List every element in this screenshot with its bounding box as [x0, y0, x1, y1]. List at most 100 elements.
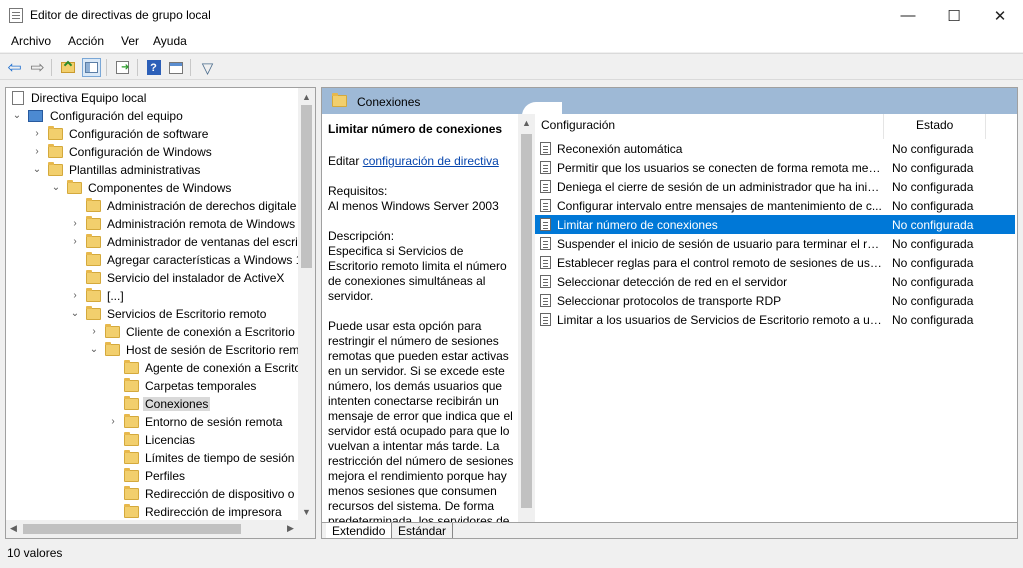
list-item[interactable]: Limitar a los usuarios de Servicios de E…: [535, 310, 1015, 329]
tree-item[interactable]: Perfiles: [6, 467, 298, 485]
list-item-selected[interactable]: Limitar número de conexiones No configur…: [535, 215, 1015, 234]
scroll-up-icon[interactable]: ▲: [302, 92, 311, 102]
policy-setting-icon: [540, 256, 551, 269]
tree-item-label: Componentes de Windows: [88, 181, 232, 195]
list-item[interactable]: Seleccionar detección de red en el servi…: [535, 272, 1015, 291]
expanded-chevron-icon[interactable]: ⌄: [70, 308, 80, 319]
column-divider[interactable]: [883, 114, 884, 139]
list-item[interactable]: Suspender el inicio de sesión de usuario…: [535, 234, 1015, 253]
menu-ver[interactable]: Ver: [121, 34, 139, 48]
collapsed-chevron-icon[interactable]: ›: [108, 416, 118, 427]
setting-state: No configurada: [892, 142, 974, 156]
description-paragraph: Puede usar esta opción para restringir e…: [328, 319, 514, 522]
column-divider[interactable]: [985, 114, 986, 139]
tree-item[interactable]: Carpetas temporales: [6, 377, 298, 395]
filter-icon[interactable]: ▽: [198, 58, 217, 77]
tree-item[interactable]: Directiva Equipo local: [6, 89, 298, 107]
expanded-chevron-icon[interactable]: ⌄: [51, 182, 61, 193]
scroll-thumb[interactable]: [521, 134, 532, 508]
scroll-left-icon[interactable]: ◀: [10, 523, 17, 534]
minimize-button[interactable]: —: [885, 0, 931, 31]
folder-icon: [105, 342, 120, 356]
column-header-state[interactable]: Estado: [916, 118, 953, 140]
back-arrow-icon[interactable]: ⇦: [5, 58, 24, 77]
tab-estandar[interactable]: Estándar: [392, 523, 454, 538]
tree-item[interactable]: Agregar características a Windows 10: [6, 251, 309, 269]
collapsed-chevron-icon[interactable]: ›: [70, 290, 80, 301]
tree-item-selected[interactable]: Conexiones: [6, 395, 298, 413]
tree-item[interactable]: › Administrador de ventanas del escrit: [6, 233, 301, 251]
collapsed-chevron-icon[interactable]: ›: [70, 218, 80, 229]
setting-name: Seleccionar protocolos de transporte RDP: [557, 294, 782, 308]
toolbar: ⇦ ⇨ ➜ ? ▽: [0, 53, 1023, 80]
tree-item[interactable]: › [...]: [6, 287, 298, 305]
tree-item[interactable]: › Configuración de software: [6, 125, 298, 143]
scroll-up-icon[interactable]: ▲: [522, 118, 531, 128]
tree-item[interactable]: Redirección de impresora: [6, 503, 298, 521]
export-list-icon[interactable]: ➜: [113, 58, 132, 77]
edit-prefix: Editar: [328, 154, 360, 168]
maximize-button[interactable]: ☐: [931, 0, 977, 31]
tree-item[interactable]: ⌄ Host de sesión de Escritorio remo: [6, 341, 306, 359]
help-icon[interactable]: ?: [144, 58, 163, 77]
tree-item[interactable]: Licencias: [6, 431, 298, 449]
list-item[interactable]: Permitir que los usuarios se conecten de…: [535, 158, 1015, 177]
expanded-chevron-icon[interactable]: ⌄: [32, 164, 42, 175]
tree-item[interactable]: Administración de derechos digitale: [6, 197, 298, 215]
list-item[interactable]: Configurar intervalo entre mensajes de m…: [535, 196, 1015, 215]
tree-item[interactable]: ⌄ Plantillas administrativas: [6, 161, 298, 179]
scroll-down-icon[interactable]: ▼: [302, 507, 311, 517]
tree-item[interactable]: Límites de tiempo de sesión: [6, 449, 298, 467]
folder-icon: [86, 198, 101, 212]
description-scrollbar[interactable]: ▲: [518, 114, 535, 522]
tree-item[interactable]: › Administración remota de Windows: [6, 215, 298, 233]
toolbar-separator: [106, 59, 107, 76]
tree-item[interactable]: ⌄ Configuración del equipo: [6, 107, 298, 125]
tree-item[interactable]: › Configuración de Windows: [6, 143, 298, 161]
tab-extendido[interactable]: Extendido: [326, 523, 393, 538]
toolbar-separator: [137, 59, 138, 76]
menu-ayuda[interactable]: Ayuda: [153, 34, 187, 48]
show-hide-tree-icon[interactable]: [82, 58, 101, 77]
expanded-chevron-icon[interactable]: ⌄: [12, 110, 22, 121]
list-item[interactable]: Reconexión automática No configurada: [535, 139, 1015, 158]
properties-icon[interactable]: [166, 58, 185, 77]
tree-item-label: Conexiones: [143, 397, 211, 411]
list-item[interactable]: Establecer reglas para el control remoto…: [535, 253, 1015, 272]
collapsed-chevron-icon[interactable]: ›: [70, 236, 80, 247]
tree-item[interactable]: › Entorno de sesión remota: [6, 413, 298, 431]
tree-item[interactable]: Agente de conexión a Escrito: [6, 359, 301, 377]
tree-horizontal-scrollbar[interactable]: ◀ ▶: [6, 520, 315, 538]
column-header-setting[interactable]: Configuración: [541, 118, 615, 140]
tree-item[interactable]: ⌄ Servicios de Escritorio remoto: [6, 305, 298, 323]
tree-vertical-scrollbar[interactable]: ▲ ▼: [298, 88, 315, 520]
edit-policy-link[interactable]: configuración de directiva: [363, 154, 499, 168]
tree-item-label: Perfiles: [145, 469, 186, 483]
setting-state: No configurada: [892, 294, 974, 308]
tree-item[interactable]: ⌄ Componentes de Windows: [6, 179, 298, 197]
folder-icon: [67, 180, 82, 194]
up-folder-icon[interactable]: [58, 58, 77, 77]
tree-item-label: Administración de derechos digitale: [107, 199, 297, 213]
collapsed-chevron-icon[interactable]: ›: [32, 128, 42, 139]
list-item[interactable]: Deniega el cierre de sesión de un admini…: [535, 177, 1015, 196]
tree-item[interactable]: Servicio del instalador de ActiveX: [6, 269, 298, 287]
forward-arrow-icon[interactable]: ⇨: [28, 58, 47, 77]
tree-item[interactable]: Redirección de dispositivo o r: [6, 485, 302, 503]
list-item[interactable]: Seleccionar protocolos de transporte RDP…: [535, 291, 1015, 310]
expanded-chevron-icon[interactable]: ⌄: [89, 344, 99, 355]
menu-accion[interactable]: Acción: [68, 34, 104, 48]
setting-state: No configurada: [892, 199, 974, 213]
collapsed-chevron-icon[interactable]: ›: [32, 146, 42, 157]
tree-item[interactable]: › Cliente de conexión a Escritorio r: [6, 323, 302, 341]
close-button[interactable]: ✕: [977, 0, 1023, 31]
scroll-right-icon[interactable]: ▶: [287, 523, 294, 534]
window-title: Editor de directivas de grupo local: [30, 8, 211, 22]
policy-setting-icon: [540, 142, 551, 155]
folder-icon: [48, 126, 63, 140]
collapsed-chevron-icon[interactable]: ›: [89, 326, 99, 337]
policy-setting-icon: [540, 313, 551, 326]
menu-archivo[interactable]: Archivo: [11, 34, 51, 48]
scroll-thumb[interactable]: [301, 105, 312, 268]
scroll-thumb[interactable]: [23, 524, 241, 534]
